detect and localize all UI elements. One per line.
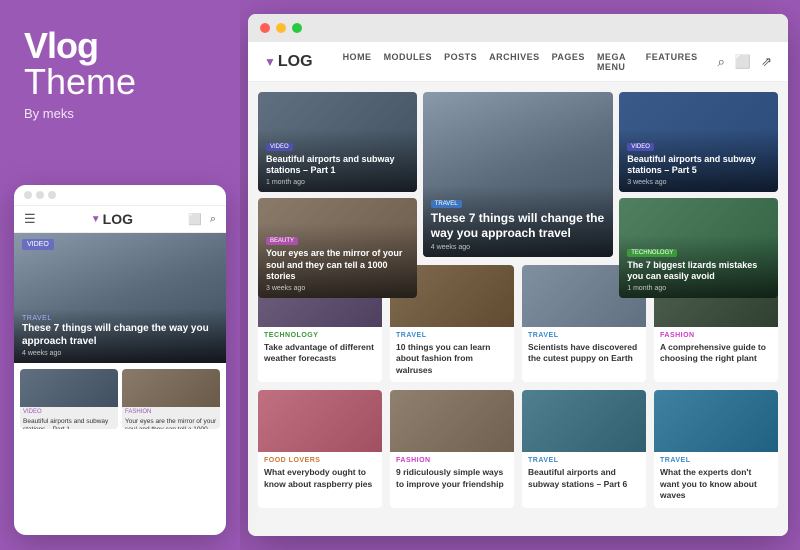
small-card-1-body: TRAVEL 10 things you can learn about fas…	[390, 327, 514, 382]
hero-section: VIDEO Beautiful airports and subway stat…	[258, 92, 778, 257]
left-panel: Vlog Theme By meks ☰ ▼ LOG ⬜ ⌕ VIDEO	[0, 0, 240, 550]
brand-title: Vlog Theme By meks	[24, 28, 216, 121]
logo-triangle: ▼	[264, 55, 276, 69]
mobile-small-card-1: VIDEO Beautiful airports and subway stat…	[20, 369, 118, 429]
small-card-5: FASHION 9 ridiculously simple ways to im…	[390, 390, 514, 507]
share-icon[interactable]: ⇗	[761, 54, 772, 70]
small-card-7: TRAVEL What the experts don't want you t…	[654, 390, 778, 507]
mobile-card1-image	[20, 369, 118, 407]
nav-archives[interactable]: ARCHIVES	[489, 52, 540, 72]
mobile-dot	[24, 191, 32, 199]
hero-card-top-left-overlay: VIDEO Beautiful airports and subway stat…	[258, 129, 417, 192]
mobile-card2-image	[122, 369, 220, 407]
nav-mega-menu[interactable]: MEGA MENU	[597, 52, 634, 72]
small-card-6: TRAVEL Beautiful airports and subway sta…	[522, 390, 646, 507]
site-header: ▼ LOG HOME MODULES POSTS ARCHIVES PAGES …	[248, 42, 788, 82]
small-cards-section: TECHNOLOGY Take advantage of different w…	[258, 265, 778, 508]
monitor-icon: ⬜	[188, 213, 202, 226]
hero-card-bottom-left: BEAUTY Your eyes are the mirror of your …	[258, 198, 417, 298]
small-card-4: FOOD LOVERS What everybody ought to know…	[258, 390, 382, 507]
mobile-hero-overlay: TRAVEL These 7 things will change the wa…	[14, 309, 226, 363]
small-card-6-body: TRAVEL Beautiful airports and subway sta…	[522, 452, 646, 496]
browser-chrome	[248, 14, 788, 42]
hero-card-center-overlay: TRAVEL These 7 things will change the wa…	[423, 186, 614, 257]
nav-modules[interactable]: MODULES	[384, 52, 433, 72]
hero-card-bottom-left-overlay: BEAUTY Your eyes are the mirror of your …	[258, 223, 417, 298]
search-icon[interactable]: ⌕	[718, 54, 725, 70]
small-card-7-body: TRAVEL What the experts don't want you t…	[654, 452, 778, 507]
mobile-mockup: ☰ ▼ LOG ⬜ ⌕ VIDEO TRAVEL These 7 things …	[14, 185, 226, 535]
nav-pages[interactable]: PAGES	[552, 52, 585, 72]
nav-icons: ⌕ ⬜ ⇗	[718, 54, 772, 70]
mobile-nav: ☰ ▼ LOG ⬜ ⌕	[14, 206, 226, 233]
small-card-7-img	[654, 390, 778, 452]
browser-close-dot[interactable]	[260, 23, 270, 33]
mobile-small-card-2: FASHION Your eyes are the mirror of your…	[122, 369, 220, 429]
mobile-dot	[36, 191, 44, 199]
hero-card-top-right: VIDEO Beautiful airports and subway stat…	[619, 92, 778, 192]
hamburger-icon: ☰	[24, 211, 36, 227]
hero-card-center: TRAVEL These 7 things will change the wa…	[423, 92, 614, 257]
hero-card-top-right-overlay: VIDEO Beautiful airports and subway stat…	[619, 129, 778, 192]
search-icon: ⌕	[210, 213, 216, 226]
mobile-chrome	[14, 185, 226, 206]
small-card-6-img	[522, 390, 646, 452]
nav-home[interactable]: HOME	[343, 52, 372, 72]
nav-posts[interactable]: POSTS	[444, 52, 477, 72]
main-content: VIDEO Beautiful airports and subway stat…	[248, 82, 788, 536]
mobile-nav-icons: ⬜ ⌕	[188, 213, 216, 226]
mobile-card1-text: VIDEO Beautiful airports and subway stat…	[20, 407, 118, 429]
small-card-0-body: TECHNOLOGY Take advantage of different w…	[258, 327, 382, 371]
small-card-4-body: FOOD LOVERS What everybody ought to know…	[258, 452, 382, 496]
small-card-2-body: TRAVEL Scientists have discovered the cu…	[522, 327, 646, 371]
mobile-logo-triangle: ▼	[91, 214, 101, 225]
mobile-logo: ▼ LOG	[91, 211, 133, 227]
browser-maximize-dot[interactable]	[292, 23, 302, 33]
nav-features[interactable]: FEATURES	[646, 52, 698, 72]
hero-card-bottom-right-overlay: TECHNOLOGY The 7 biggest lizards mistake…	[619, 235, 778, 298]
mobile-card2-text: FASHION Your eyes are the mirror of your…	[122, 407, 220, 429]
mobile-small-cards: VIDEO Beautiful airports and subway stat…	[14, 363, 226, 435]
hero-card-top-left: VIDEO Beautiful airports and subway stat…	[258, 92, 417, 192]
small-card-5-img	[390, 390, 514, 452]
site-logo: ▼ LOG	[264, 53, 313, 71]
mobile-dot	[48, 191, 56, 199]
monitor-icon[interactable]: ⬜	[735, 54, 751, 70]
browser-window: ▼ LOG HOME MODULES POSTS ARCHIVES PAGES …	[248, 14, 788, 536]
small-card-5-body: FASHION 9 ridiculously simple ways to im…	[390, 452, 514, 496]
mobile-hero: VIDEO TRAVEL These 7 things will change …	[14, 233, 226, 363]
small-card-3-body: FASHION A comprehensive guide to choosin…	[654, 327, 778, 371]
hero-card-bottom-right: TECHNOLOGY The 7 biggest lizards mistake…	[619, 198, 778, 298]
browser-minimize-dot[interactable]	[276, 23, 286, 33]
nav-menu: HOME MODULES POSTS ARCHIVES PAGES MEGA M…	[343, 52, 698, 72]
small-card-4-img	[258, 390, 382, 452]
